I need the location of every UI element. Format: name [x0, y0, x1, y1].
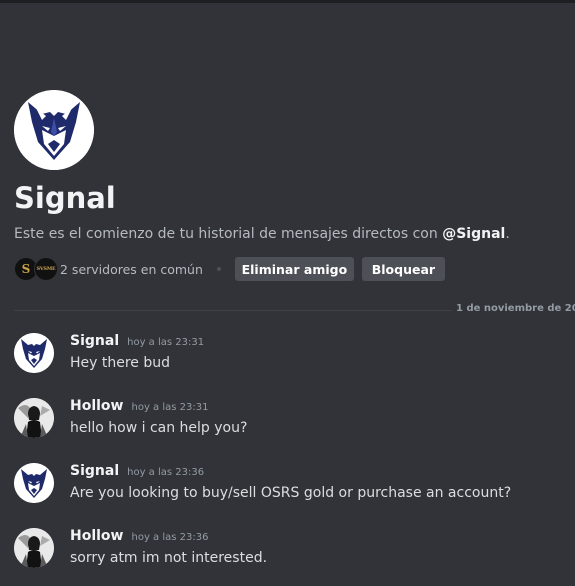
- wolf-icon: [14, 90, 94, 170]
- wolf-icon: [14, 333, 54, 373]
- dm-intro-text: Este es el comienzo de tu historial de m…: [14, 224, 574, 244]
- message-content: Hey there bud: [70, 355, 171, 371]
- wolf-avatar[interactable]: [14, 333, 54, 373]
- message-author[interactable]: Signal: [70, 463, 119, 479]
- message-timestamp: hoy a las 23:36: [127, 467, 205, 478]
- mutual-server-icons[interactable]: S SVSME: [14, 257, 60, 281]
- separator-dot: [216, 267, 221, 271]
- message-item[interactable]: Hollow hoy a las 23:31 hello how i can h…: [14, 398, 574, 442]
- hooded-figure-icon: [14, 528, 54, 568]
- message-item[interactable]: Signal hoy a las 23:36 Are you looking t…: [14, 463, 574, 507]
- message-item[interactable]: Signal hoy a las 23:31 Hey there bud: [14, 333, 574, 377]
- message-content: hello how i can help you?: [70, 420, 248, 436]
- wolf-avatar[interactable]: [14, 90, 94, 170]
- hooded-figure-avatar[interactable]: [14, 528, 54, 568]
- window-top-border: [0, 0, 575, 3]
- mutual-actions-row: S SVSME 2 servidores en común Eliminar a…: [14, 256, 574, 282]
- message-author[interactable]: Signal: [70, 333, 119, 349]
- mutual-servers-link[interactable]: 2 servidores en común: [60, 262, 203, 277]
- message-header: Hollow hoy a las 23:36: [70, 528, 208, 548]
- message-item[interactable]: Hollow hoy a las 23:36 sorry atm im not …: [14, 528, 574, 572]
- intro-text: Este es el comienzo de tu historial de m…: [14, 226, 443, 242]
- intro-end: .: [505, 226, 510, 242]
- wolf-avatar[interactable]: [14, 463, 54, 503]
- remove-friend-button[interactable]: Eliminar amigo: [234, 257, 354, 281]
- message-content: Are you looking to buy/sell OSRS gold or…: [70, 485, 512, 501]
- message-header: Signal hoy a las 23:36: [70, 463, 204, 483]
- hooded-figure-avatar[interactable]: [14, 398, 54, 438]
- intro-handle[interactable]: @Signal: [442, 226, 505, 242]
- message-header: Hollow hoy a las 23:31: [70, 398, 208, 418]
- message-author[interactable]: Hollow: [70, 528, 123, 544]
- dm-welcome-header: Signal Este es el comienzo de tu histori…: [14, 90, 574, 282]
- message-timestamp: hoy a las 23:31: [127, 337, 205, 348]
- hooded-figure-icon: [14, 398, 54, 438]
- message-timestamp: hoy a las 23:36: [131, 532, 209, 543]
- wolf-icon: [14, 463, 54, 503]
- server-icon[interactable]: SVSME: [34, 257, 58, 281]
- date-divider-label: 1 de noviembre de 2021: [452, 303, 575, 314]
- message-timestamp: hoy a las 23:31: [131, 402, 209, 413]
- dm-user-name: Signal: [14, 181, 116, 215]
- message-content: sorry atm im not interested.: [70, 550, 268, 566]
- message-header: Signal hoy a las 23:31: [70, 333, 204, 353]
- message-author[interactable]: Hollow: [70, 398, 123, 414]
- block-button[interactable]: Bloquear: [361, 257, 445, 281]
